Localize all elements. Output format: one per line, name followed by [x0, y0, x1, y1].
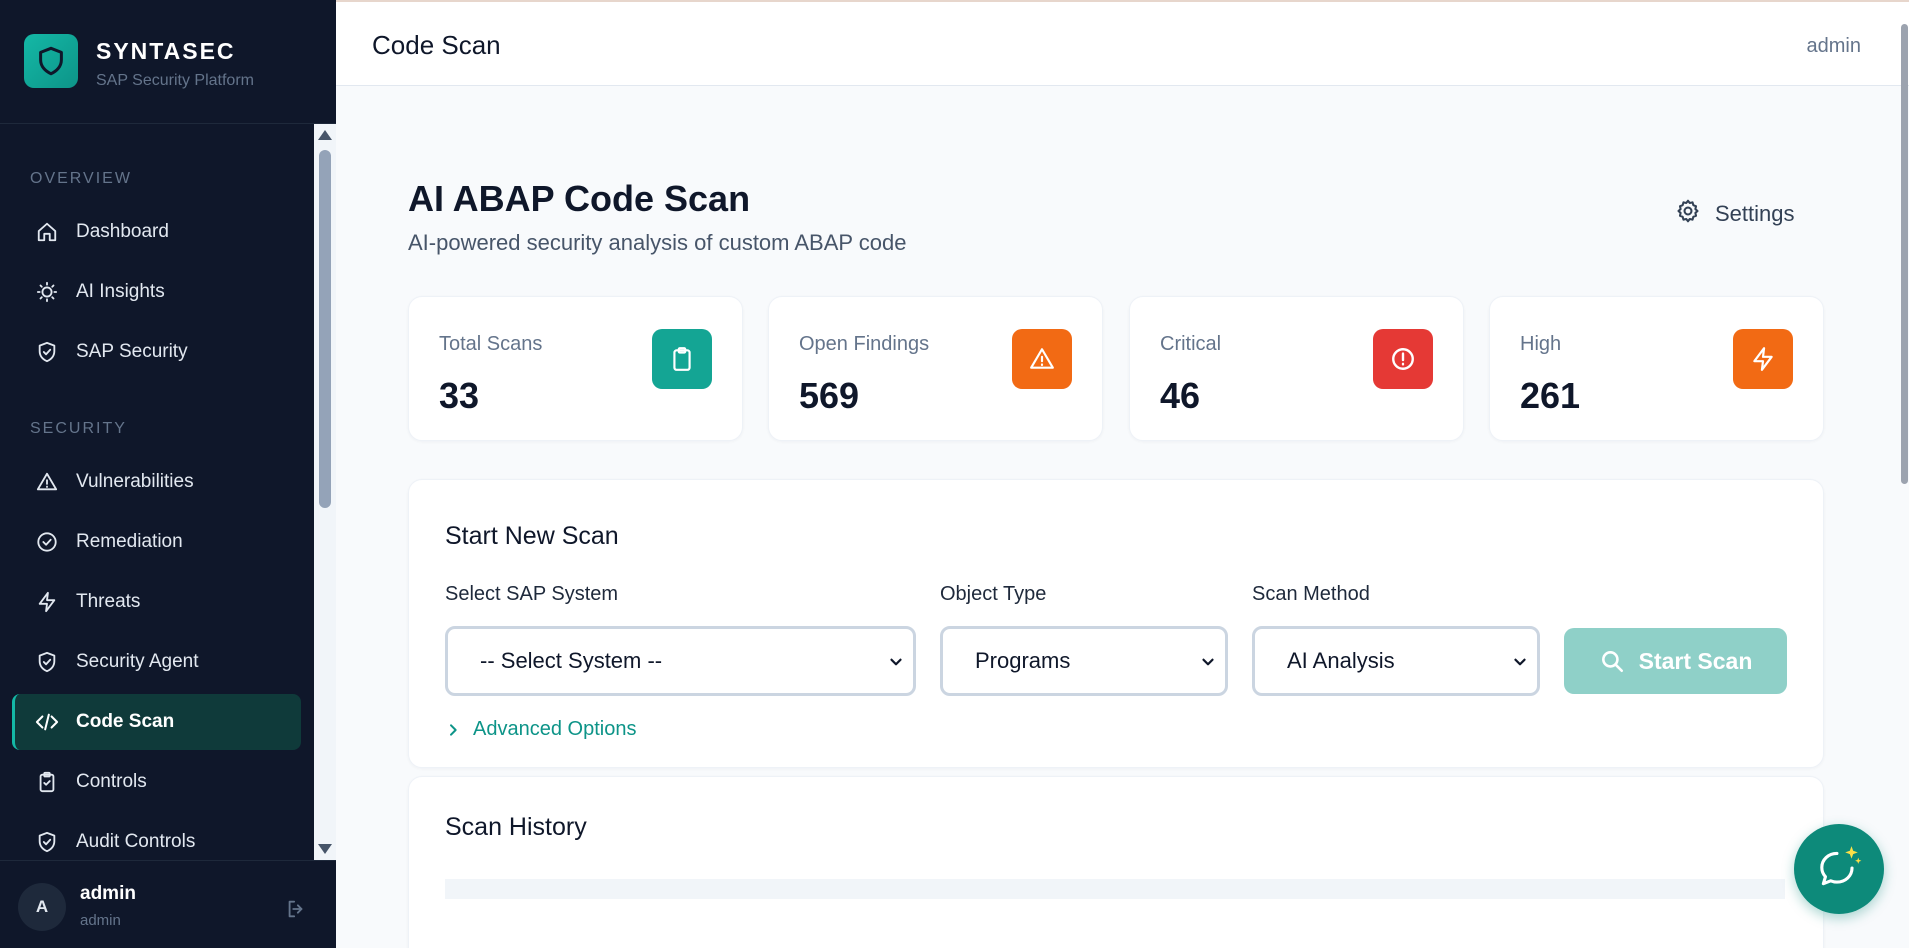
shield-check-icon — [34, 649, 60, 675]
scan-history-card: Scan History — [408, 776, 1824, 948]
stat-value: 46 — [1160, 375, 1201, 416]
stat-label: Critical — [1160, 333, 1222, 355]
chevron-right-icon — [445, 721, 461, 739]
sidebar-item-vulnerabilities[interactable]: Vulnerabilities — [12, 454, 301, 510]
stat-value: 33 — [439, 375, 480, 416]
chevron-down-icon — [887, 651, 905, 677]
sidebar-item-label: Controls — [76, 771, 147, 792]
avatar[interactable]: A — [18, 883, 66, 931]
header-user-menu[interactable]: admin — [1807, 35, 1861, 58]
sidebar-item-label: Code Scan — [76, 711, 175, 732]
sidebar-item-label: Security Agent — [76, 651, 199, 672]
stat-card-critical: Critical 46 — [1129, 296, 1464, 441]
object-type-label: Object Type — [940, 583, 1047, 605]
scroll-down-arrow-icon[interactable] — [318, 844, 332, 854]
chevron-down-icon — [1511, 651, 1529, 677]
stat-label: Total Scans — [439, 333, 543, 355]
system-select-value: -- Select System -- — [480, 648, 663, 673]
sidebar-item-audit-controls[interactable]: Audit Controls — [12, 814, 301, 860]
stat-label: High — [1520, 333, 1562, 355]
scroll-up-arrow-icon[interactable] — [318, 130, 332, 140]
main-scrollbar[interactable] — [1900, 0, 1909, 948]
sidebar-item-label: Remediation — [76, 531, 183, 552]
new-scan-title: Start New Scan — [445, 522, 619, 550]
sidebar-item-label: Audit Controls — [76, 831, 196, 852]
sidebar-item-ai-insights[interactable]: AI Insights — [12, 264, 301, 320]
scrollbar-thumb[interactable] — [319, 150, 331, 508]
page-title: AI ABAP Code Scan — [408, 178, 751, 219]
ai-chat-button[interactable] — [1794, 824, 1884, 914]
system-label: Select SAP System — [445, 583, 619, 605]
user-profile: A admin admin — [0, 860, 336, 948]
scan-history-title: Scan History — [445, 813, 587, 841]
scrollbar-thumb[interactable] — [1901, 24, 1908, 484]
section-overview: OVERVIEW — [30, 170, 132, 187]
sidebar-item-security-agent[interactable]: Security Agent — [12, 634, 301, 690]
new-scan-card: Start New Scan Select SAP System -- Sele… — [408, 479, 1824, 768]
sidebar-item-label: SAP Security — [76, 341, 188, 362]
object-type-select[interactable]: Programs — [940, 626, 1228, 696]
warning-triangle-icon — [34, 469, 60, 495]
shield-check-icon — [34, 829, 60, 855]
logout-icon[interactable] — [282, 895, 310, 923]
stat-value: 261 — [1520, 375, 1581, 416]
object-type-select-value: Programs — [975, 648, 1071, 673]
scan-method-select-value: AI Analysis — [1287, 648, 1395, 673]
sidebar-item-label: Threats — [76, 591, 141, 612]
sidebar-item-controls[interactable]: Controls — [12, 754, 301, 810]
brand-header: SYNTASEC SAP Security Platform — [0, 0, 336, 124]
code-icon — [34, 709, 60, 735]
shield-check-icon — [34, 339, 60, 365]
sidebar-item-label: AI Insights — [76, 281, 165, 302]
clipboard-icon — [652, 329, 712, 389]
sidebar-item-code-scan[interactable]: Code Scan — [12, 694, 301, 750]
sidebar: SYNTASEC SAP Security Platform OVERVIEW … — [0, 0, 336, 948]
chevron-down-icon — [1199, 651, 1217, 677]
gear-icon — [1675, 198, 1701, 230]
section-security: SECURITY — [30, 420, 127, 437]
advanced-options-label: Advanced Options — [473, 718, 637, 740]
chat-sparkle-icon — [1814, 842, 1864, 897]
stat-value: 569 — [799, 375, 860, 416]
check-circle-icon — [34, 529, 60, 555]
user-name: admin — [80, 883, 136, 904]
lightning-icon — [34, 589, 60, 615]
stat-card-total-scans: Total Scans 33 — [408, 296, 743, 441]
warning-triangle-icon — [1012, 329, 1072, 389]
scan-method-label: Scan Method — [1252, 583, 1370, 605]
stat-card-high: High 261 — [1489, 296, 1824, 441]
system-select[interactable]: -- Select System -- — [445, 626, 916, 696]
top-bar: Code Scan admin — [336, 0, 1909, 86]
stat-card-open-findings: Open Findings 569 — [768, 296, 1103, 441]
main-content: AI ABAP Code Scan AI-powered security an… — [336, 86, 1909, 948]
lightning-icon — [1733, 329, 1793, 389]
sidebar-item-label: Vulnerabilities — [76, 471, 194, 492]
shield-logo-icon — [24, 34, 78, 88]
sidebar-item-threats[interactable]: Threats — [12, 574, 301, 630]
search-icon — [1599, 648, 1625, 674]
alert-circle-icon — [1373, 329, 1433, 389]
sidebar-item-remediation[interactable]: Remediation — [12, 514, 301, 570]
brand-subtitle: SAP Security Platform — [96, 72, 254, 89]
sidebar-item-sap-security[interactable]: SAP Security — [12, 324, 301, 380]
home-icon — [34, 219, 60, 245]
settings-button[interactable]: Settings — [1675, 198, 1795, 230]
sidebar-scrollbar[interactable] — [314, 124, 336, 860]
advanced-options-toggle[interactable]: Advanced Options — [445, 718, 636, 741]
clipboard-check-icon — [34, 769, 60, 795]
settings-label: Settings — [1715, 201, 1795, 226]
sidebar-item-label: Dashboard — [76, 221, 169, 242]
brand-name: SYNTASEC — [96, 38, 236, 64]
start-scan-button[interactable]: Start Scan — [1564, 628, 1787, 694]
scan-history-table-header — [445, 879, 1785, 899]
sidebar-nav: OVERVIEW Dashboard AI Insights SAP Secur… — [0, 124, 314, 860]
user-role: admin — [80, 912, 121, 929]
sidebar-item-dashboard[interactable]: Dashboard — [12, 204, 301, 260]
lightbulb-icon — [34, 279, 60, 305]
stat-label: Open Findings — [799, 333, 930, 355]
start-scan-label: Start Scan — [1638, 647, 1753, 674]
page-subtitle: AI-powered security analysis of custom A… — [408, 230, 907, 255]
scan-method-select[interactable]: AI Analysis — [1252, 626, 1540, 696]
page-header-title: Code Scan — [372, 30, 501, 60]
